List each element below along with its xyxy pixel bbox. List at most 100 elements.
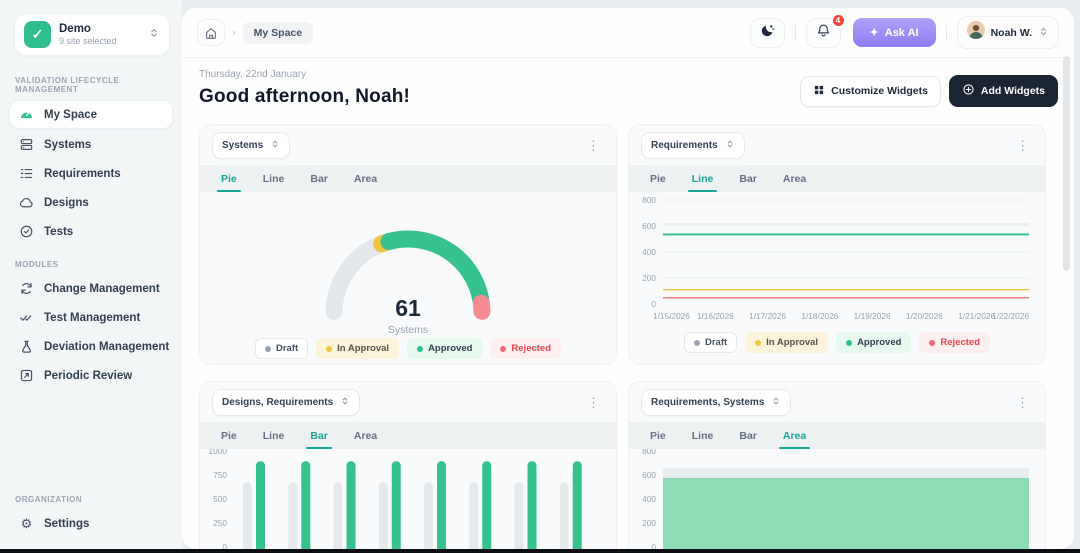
- sidebar-item-deviation-management[interactable]: Deviation Management: [9, 333, 173, 360]
- legend-chip-in-approval[interactable]: In Approval: [316, 338, 399, 359]
- svg-text:600: 600: [642, 221, 656, 231]
- svg-text:200: 200: [642, 518, 656, 528]
- tab-pie[interactable]: Pie: [208, 422, 250, 449]
- sidebar-item-systems[interactable]: Systems: [9, 131, 173, 158]
- tab-area[interactable]: Area: [341, 422, 390, 449]
- status-legend: Draft In Approval Approved Rejected: [629, 332, 1045, 353]
- sidebar-item-label: Test Management: [44, 312, 140, 324]
- section-label: ORGANIZATION: [15, 495, 182, 504]
- vertical-scrollbar[interactable]: [1063, 56, 1070, 271]
- sidebar-item-tests[interactable]: Tests: [9, 218, 173, 245]
- widget-selector-dropdown[interactable]: Systems: [212, 132, 290, 159]
- legend-chip-draft[interactable]: Draft: [684, 332, 737, 353]
- chevron-updown-icon: [148, 26, 160, 44]
- home-icon[interactable]: [197, 19, 225, 46]
- kebab-menu-icon[interactable]: ⋮: [1012, 396, 1033, 409]
- legend-chip-approved[interactable]: Approved: [407, 338, 482, 359]
- sidebar-item-settings[interactable]: ⚙ Settings: [9, 510, 173, 537]
- kebab-menu-icon[interactable]: ⋮: [1012, 139, 1033, 152]
- user-menu[interactable]: Noah W.: [957, 16, 1059, 49]
- widget-selector-dropdown[interactable]: Designs, Requirements: [212, 389, 360, 416]
- avatar: [967, 21, 985, 44]
- badge-check-icon: [19, 224, 34, 239]
- tab-area[interactable]: Area: [341, 165, 390, 192]
- sidebar-item-label: My Space: [44, 109, 97, 121]
- tab-bar[interactable]: Bar: [297, 422, 341, 449]
- svg-text:250: 250: [213, 518, 227, 528]
- chart-type-tabs: PieLineBarArea: [200, 165, 616, 192]
- review-icon: [19, 368, 34, 383]
- legend-chip-draft[interactable]: Draft: [255, 338, 308, 359]
- tab-bar[interactable]: Bar: [726, 165, 770, 192]
- notifications-button[interactable]: 4: [806, 18, 841, 48]
- widget-selector-dropdown[interactable]: Requirements: [641, 132, 745, 159]
- tab-pie[interactable]: Pie: [637, 422, 679, 449]
- legend-chip-in-approval[interactable]: In Approval: [745, 332, 828, 353]
- section-label: MODULES: [15, 260, 182, 269]
- sidebar-item-test-management[interactable]: Test Management: [9, 304, 173, 331]
- notification-badge: 4: [831, 13, 846, 28]
- widget-designs-requirements: Designs, Requirements ⋮ PieLineBarArea 1…: [199, 381, 617, 549]
- designs-requirements-bar-chart: 10007505002500: [200, 449, 616, 549]
- tab-bar[interactable]: Bar: [297, 165, 341, 192]
- sidebar-item-designs[interactable]: Designs: [9, 189, 173, 216]
- sidebar-item-requirements[interactable]: Requirements: [9, 160, 173, 187]
- widget-selector-label: Systems: [222, 140, 263, 151]
- widget-selector-label: Requirements, Systems: [651, 397, 764, 408]
- add-widgets-button[interactable]: Add Widgets: [949, 75, 1058, 107]
- widget-selector-dropdown[interactable]: Requirements, Systems: [641, 389, 791, 416]
- svg-text:400: 400: [642, 494, 656, 504]
- tab-line[interactable]: Line: [250, 165, 298, 192]
- kebab-menu-icon[interactable]: ⋮: [583, 139, 604, 152]
- sync-icon: [19, 281, 34, 296]
- legend-chip-rejected[interactable]: Rejected: [919, 332, 990, 353]
- tab-area[interactable]: Area: [770, 422, 819, 449]
- legend-dot: [417, 346, 423, 352]
- divider: [795, 25, 796, 40]
- legend-chip-approved[interactable]: Approved: [836, 332, 911, 353]
- svg-text:1/20/2026: 1/20/2026: [906, 311, 943, 321]
- dark-mode-toggle[interactable]: [750, 18, 785, 48]
- chevron-updown-icon: [270, 139, 280, 152]
- legend-dot: [265, 346, 271, 352]
- site-selector[interactable]: ✓ Demo 9 site selected: [14, 13, 170, 56]
- chevron-updown-icon: [725, 139, 735, 152]
- systems-gauge-chart: 61 Systems DraftIn ApprovalApprovedRejec…: [200, 200, 616, 359]
- section-label: VALIDATION LIFECYCLE MANAGEMENT: [15, 76, 182, 94]
- tab-pie[interactable]: Pie: [637, 165, 679, 192]
- page-title: Good afternoon, Noah!: [199, 86, 410, 108]
- widget-selector-label: Requirements: [651, 140, 718, 151]
- widget-systems: Systems ⋮ PieLineBarArea 61 Systems Draf…: [199, 124, 617, 365]
- ask-ai-button[interactable]: ✦ Ask AI: [853, 18, 936, 47]
- svg-text:0: 0: [222, 542, 227, 549]
- legend-dot: [929, 340, 935, 346]
- sidebar-item-label: Designs: [44, 197, 89, 209]
- sidebar: ✓ Demo 9 site selected VALIDATION LIFECY…: [0, 0, 182, 549]
- kebab-menu-icon[interactable]: ⋮: [583, 396, 604, 409]
- svg-text:1/17/2026: 1/17/2026: [749, 311, 786, 321]
- gauge-value: 61: [293, 295, 523, 322]
- widget-requirements: Requirements ⋮ PieLineBarArea 0200400600…: [628, 124, 1046, 365]
- svg-text:0: 0: [651, 299, 656, 309]
- customize-widgets-button[interactable]: Customize Widgets: [800, 76, 941, 107]
- svg-text:500: 500: [213, 494, 227, 504]
- tab-line[interactable]: Line: [679, 422, 727, 449]
- tab-pie[interactable]: Pie: [208, 165, 250, 192]
- site-name: Demo: [59, 23, 140, 35]
- cloud-icon: [19, 195, 34, 210]
- sidebar-item-my-space[interactable]: My Space: [9, 100, 173, 129]
- tab-area[interactable]: Area: [770, 165, 819, 192]
- sidebar-item-label: Tests: [44, 226, 73, 238]
- svg-text:1/16/2026: 1/16/2026: [697, 311, 734, 321]
- tab-line[interactable]: Line: [679, 165, 727, 192]
- window-bottom-edge: [0, 549, 1080, 553]
- tab-line[interactable]: Line: [250, 422, 298, 449]
- sidebar-item-periodic-review[interactable]: Periodic Review: [9, 362, 173, 389]
- tab-bar[interactable]: Bar: [726, 422, 770, 449]
- legend-chip-rejected[interactable]: Rejected: [490, 338, 561, 359]
- chevron-updown-icon: [1038, 24, 1049, 42]
- sidebar-item-change-management[interactable]: Change Management: [9, 275, 173, 302]
- customize-widgets-label: Customize Widgets: [831, 85, 928, 97]
- breadcrumb[interactable]: My Space: [243, 22, 313, 44]
- gear-icon: ⚙: [19, 516, 34, 531]
